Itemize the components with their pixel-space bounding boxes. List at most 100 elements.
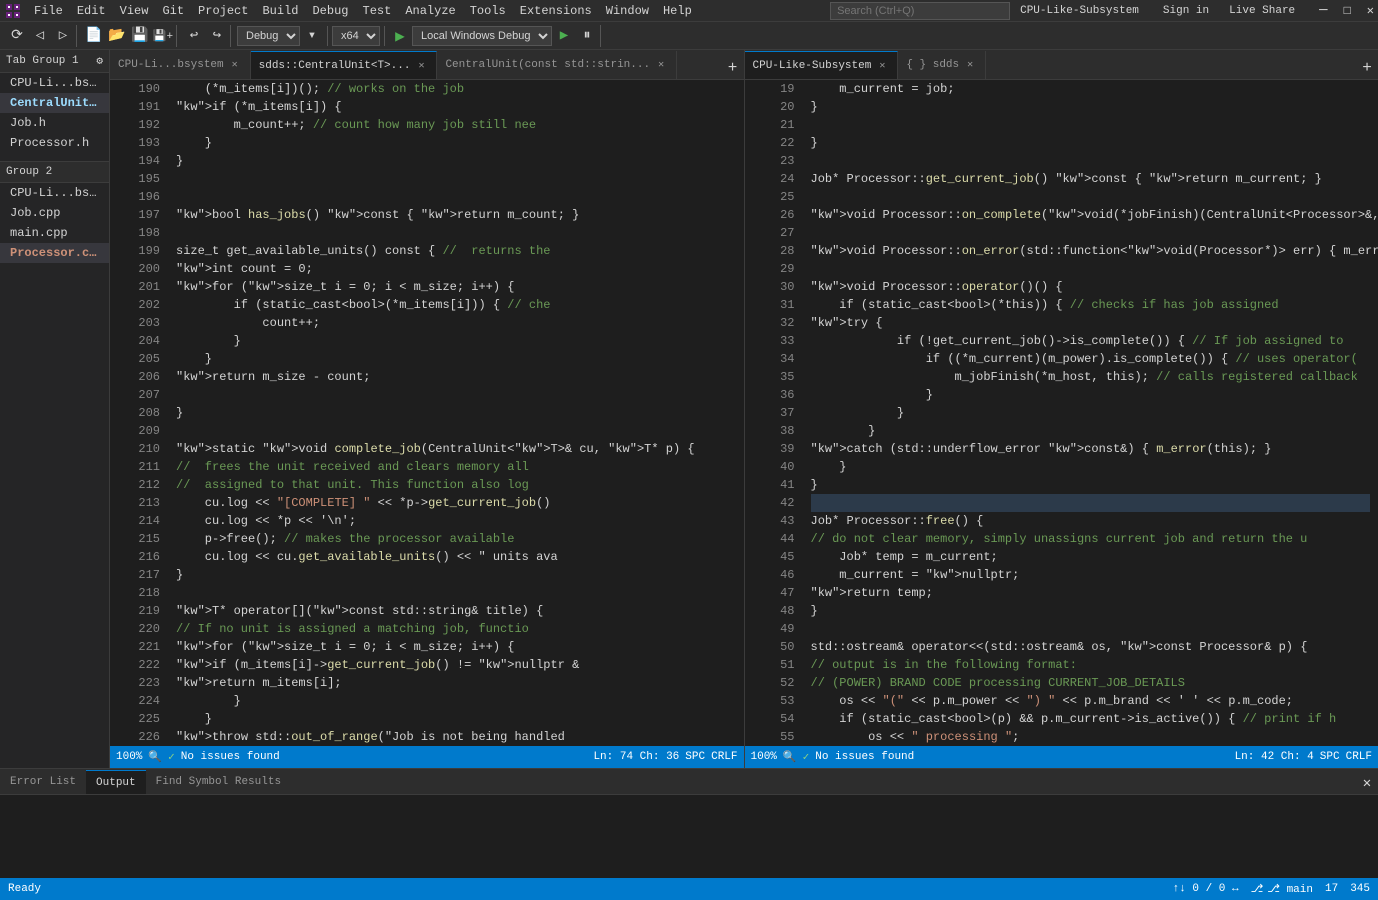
- left-zoom[interactable]: 100%: [116, 751, 142, 763]
- right-tab-1-close[interactable]: ✕: [963, 58, 977, 72]
- debugger-select[interactable]: Local Windows Debugger: [412, 26, 552, 46]
- left-tab-2-close[interactable]: ✕: [654, 58, 668, 72]
- right-tab-1[interactable]: { } sdds ✕: [898, 51, 986, 79]
- menu-window[interactable]: Window: [600, 2, 655, 20]
- status-changes[interactable]: 17: [1325, 883, 1338, 895]
- right-line-numbers: 1920212223242526272829303132333435363738…: [761, 80, 803, 746]
- play-btn[interactable]: ▶: [553, 25, 575, 47]
- pause-btn[interactable]: ⏸: [576, 25, 598, 47]
- left-tab-0[interactable]: CPU-Li...bsystem ✕: [110, 51, 251, 79]
- left-line-ending[interactable]: CRLF: [711, 751, 737, 763]
- debug-config-select[interactable]: Debug: [237, 26, 300, 46]
- bottom-tab-find-symbol[interactable]: Find Symbol Results: [146, 770, 291, 794]
- code-line: }: [176, 710, 736, 728]
- toolbar-forward-btn[interactable]: ◁: [29, 25, 51, 47]
- code-line: [811, 188, 1371, 206]
- sidebar: Tab Group 1 ⚙ CPU-Li...bsystem CentralUn…: [0, 50, 110, 768]
- left-code-editor[interactable]: 1901911921931941951961971981992002012022…: [110, 80, 744, 746]
- sidebar-file-1[interactable]: CentralUnit.h: [0, 93, 109, 113]
- toolbar-save-all-btn[interactable]: 💾+: [152, 25, 174, 47]
- right-tab-0-close[interactable]: ✕: [875, 59, 889, 73]
- menu-file[interactable]: File: [28, 2, 69, 20]
- left-position[interactable]: Ln: 74 Ch: 36: [593, 751, 679, 763]
- close-btn[interactable]: ✕: [1367, 3, 1374, 18]
- tab-group1-settings-icon[interactable]: ⚙: [96, 54, 103, 68]
- code-line: [176, 170, 736, 188]
- menu-tools[interactable]: Tools: [464, 2, 512, 20]
- menu-help[interactable]: Help: [657, 2, 698, 20]
- bottom-panel-close-btn[interactable]: ✕: [1356, 772, 1378, 794]
- sidebar-file-g2-1[interactable]: Job.cpp: [0, 203, 109, 223]
- right-zoom[interactable]: 100%: [751, 751, 777, 763]
- line-number: 223: [130, 674, 160, 692]
- left-tab-2[interactable]: CentralUnit(const std::strin... ✕: [437, 51, 677, 79]
- code-line: m_current = job;: [811, 80, 1371, 98]
- left-tab-bar: CPU-Li...bsystem ✕ sdds::CentralUnit<T>.…: [110, 50, 744, 80]
- left-issues[interactable]: No issues found: [181, 751, 280, 763]
- tab-group1-header[interactable]: Tab Group 1 ⚙: [0, 50, 109, 73]
- left-tab-0-close[interactable]: ✕: [228, 58, 242, 72]
- toolbar-redo-btn[interactable]: ↪: [206, 25, 228, 47]
- left-tab-1-close[interactable]: ✕: [414, 59, 428, 73]
- sidebar-file-g2-2[interactable]: main.cpp: [0, 223, 109, 243]
- code-line: m_count++; // count how many job still n…: [176, 116, 736, 134]
- line-number: 28: [765, 242, 795, 260]
- menu-extensions[interactable]: Extensions: [514, 2, 598, 20]
- sidebar-file-g2-3[interactable]: Processor.cpp: [0, 243, 109, 263]
- menu-search-input[interactable]: [830, 2, 1010, 20]
- left-tab-add-btn[interactable]: +: [722, 57, 744, 79]
- menu-view[interactable]: View: [114, 2, 155, 20]
- line-number: 36: [765, 386, 795, 404]
- bottom-tab-error-list[interactable]: Error List: [0, 770, 86, 794]
- toolbar-open-btn[interactable]: 📂: [106, 25, 128, 47]
- line-number: 54: [765, 710, 795, 728]
- right-encoding[interactable]: SPC: [1320, 751, 1340, 763]
- right-position[interactable]: Ln: 42 Ch: 4: [1235, 751, 1314, 763]
- status-git-branch[interactable]: ⎇ main: [1267, 882, 1313, 896]
- menu-test[interactable]: Test: [357, 2, 398, 20]
- code-line: count++;: [176, 314, 736, 332]
- toolbar-back-btn[interactable]: ⟳: [6, 25, 28, 47]
- live-share-btn[interactable]: Live Share: [1229, 5, 1295, 17]
- right-code-editor[interactable]: 1920212223242526272829303132333435363738…: [745, 80, 1378, 746]
- right-line-ending[interactable]: CRLF: [1346, 751, 1372, 763]
- left-editor-pane: CPU-Li...bsystem ✕ sdds::CentralUnit<T>.…: [110, 50, 745, 768]
- right-zoom-icon: 🔍: [783, 750, 797, 764]
- maximize-btn[interactable]: □: [1344, 4, 1351, 18]
- sidebar-file-2[interactable]: Job.h: [0, 113, 109, 133]
- bottom-tab-output[interactable]: Output: [86, 770, 146, 794]
- status-line[interactable]: 345: [1350, 883, 1370, 895]
- menu-build[interactable]: Build: [256, 2, 304, 20]
- right-tab-add-btn[interactable]: +: [1356, 57, 1378, 79]
- code-line: }: [811, 404, 1371, 422]
- bottom-tab-bar: Error List Output Find Symbol Results ✕: [0, 769, 1378, 795]
- tab-group2-header[interactable]: Group 2: [0, 161, 109, 183]
- line-number: 38: [765, 422, 795, 440]
- left-encoding[interactable]: SPC: [685, 751, 705, 763]
- line-number: 206: [130, 368, 160, 386]
- sidebar-file-g2-0[interactable]: CPU-Li...bsystem: [0, 183, 109, 203]
- line-number: 222: [130, 656, 160, 674]
- toolbar-save-btn[interactable]: 💾: [129, 25, 151, 47]
- platform-select[interactable]: x64: [332, 26, 380, 46]
- status-counter[interactable]: ↑↓ 0 / 0 ↔: [1173, 883, 1239, 895]
- line-number: 52: [765, 674, 795, 692]
- toolbar-new-btn[interactable]: 📄: [83, 25, 105, 47]
- menu-debug[interactable]: Debug: [306, 2, 354, 20]
- run-btn[interactable]: ▶: [389, 25, 411, 47]
- menu-edit[interactable]: Edit: [71, 2, 112, 20]
- menu-git[interactable]: Git: [156, 2, 190, 20]
- right-issues[interactable]: No issues found: [815, 751, 914, 763]
- left-tab-1[interactable]: sdds::CentralUnit<T>... ✕: [251, 51, 438, 79]
- menu-analyze[interactable]: Analyze: [399, 2, 461, 20]
- toolbar-dropdown-btn[interactable]: ▾: [301, 25, 323, 47]
- menu-project[interactable]: Project: [192, 2, 254, 20]
- sidebar-file-3[interactable]: Processor.h: [0, 133, 109, 153]
- right-tab-0[interactable]: CPU-Like-Subsystem ✕: [745, 51, 899, 79]
- signin-btn[interactable]: Sign in: [1163, 5, 1209, 17]
- sidebar-file-0[interactable]: CPU-Li...bsystem: [0, 73, 109, 93]
- toolbar-forward2-btn[interactable]: ▷: [52, 25, 74, 47]
- minimize-btn[interactable]: ─: [1319, 3, 1327, 19]
- toolbar-undo-btn[interactable]: ↩: [183, 25, 205, 47]
- line-number: 23: [765, 152, 795, 170]
